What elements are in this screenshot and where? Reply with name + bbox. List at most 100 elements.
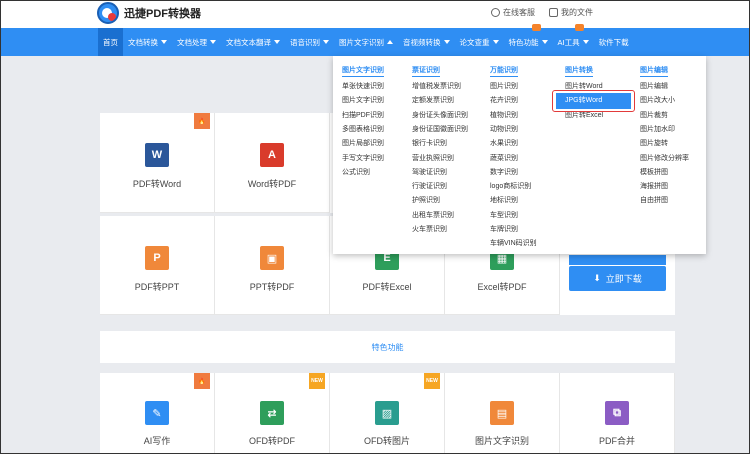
- menu-item[interactable]: 图片编辑: [640, 81, 668, 91]
- customer-service-label: 在线客服: [503, 8, 535, 17]
- chevron-icon: [161, 40, 167, 44]
- nav-item-label: 首页: [103, 37, 118, 47]
- menu-item[interactable]: 图片改大小: [640, 95, 675, 105]
- special-features-title: 特色功能: [371, 342, 404, 352]
- menu-item[interactable]: 地标识别: [490, 195, 518, 205]
- nav-item-2[interactable]: 文档处理: [172, 28, 221, 56]
- chevron-icon: [387, 40, 393, 44]
- tool-card[interactable]: P PDF转PPT: [100, 216, 215, 315]
- headset-icon: [491, 8, 500, 17]
- tool-card-label: PDF转PPT: [134, 282, 180, 292]
- menu-item[interactable]: 图片修改分辨率: [640, 153, 689, 163]
- menu-item[interactable]: 多图表格识别: [342, 124, 384, 134]
- menu-column-title: 图片转换: [565, 65, 593, 77]
- app-title: 迅捷PDF转换器: [124, 8, 201, 20]
- my-files-link[interactable]: 我的文件: [549, 7, 593, 18]
- nav-item-7[interactable]: 论文查重: [455, 28, 504, 56]
- menu-item[interactable]: 动物识别: [490, 124, 518, 134]
- new-badge-icon: NEW: [309, 373, 325, 389]
- menu-column-title: 图片文字识别: [342, 65, 384, 77]
- nav-item-label: 文档处理: [177, 37, 207, 47]
- menu-item[interactable]: 行驶证识别: [412, 181, 447, 191]
- nav-item-8[interactable]: 特色功能: [504, 24, 553, 56]
- tool-card[interactable]: A Word转PDF: [215, 113, 330, 213]
- download-icon: ⬇: [593, 273, 601, 283]
- chevron-icon: [582, 40, 589, 44]
- menu-item[interactable]: 出租车票识别: [412, 210, 454, 220]
- menu-item[interactable]: 车牌识别: [490, 224, 518, 234]
- nav-item-label: 论文查重: [459, 37, 490, 47]
- customer-service-link[interactable]: 在线客服: [491, 7, 535, 18]
- logo[interactable]: 迅捷PDF转换器: [97, 2, 201, 24]
- menu-column-title: 图片编辑: [640, 65, 668, 77]
- nav-item-label: 软件下载: [598, 37, 629, 47]
- hot-badge-icon: [531, 24, 541, 31]
- hot-badge-icon: [574, 24, 584, 31]
- tool-card-label: PDF转Word: [132, 179, 182, 189]
- tool-card-label: Excel转PDF: [477, 282, 527, 292]
- tool-card[interactable]: ▣ PPT转PDF: [215, 216, 330, 315]
- menu-item[interactable]: 车辆VIN码识别: [490, 238, 537, 248]
- nav-item-4[interactable]: 语音识别: [285, 28, 334, 56]
- menu-item[interactable]: JPG转Word: [565, 95, 602, 105]
- nav-item-6[interactable]: 音视频转换: [398, 28, 455, 56]
- tool-card[interactable]: ⧉ PDF合并: [560, 373, 675, 454]
- menu-item[interactable]: 扫描PDF识别: [342, 110, 384, 120]
- menu-item[interactable]: 定额发票识别: [412, 95, 454, 105]
- tool-card[interactable]: ▤ 图片文字识别: [445, 373, 560, 454]
- menu-item[interactable]: 数字识别: [490, 167, 518, 177]
- menu-column-title: 万能识别: [490, 65, 518, 77]
- menu-item[interactable]: 手写文字识别: [342, 153, 384, 163]
- menu-item[interactable]: 模板拼图: [640, 167, 668, 177]
- ofd-pdf-icon: ⇄: [260, 401, 284, 425]
- menu-item[interactable]: 驾驶证识别: [412, 167, 447, 177]
- tool-card[interactable]: ▨ OFD转图片 NEW: [330, 373, 445, 454]
- download-button[interactable]: ⬇ 立即下载: [569, 266, 666, 291]
- nav-item-label: 音视频转换: [403, 37, 441, 47]
- menu-item[interactable]: 自由拼图: [640, 195, 668, 205]
- tool-card[interactable]: W PDF转Word 🔥: [100, 113, 215, 213]
- menu-column-title: 票证识别: [412, 65, 440, 77]
- tool-card[interactable]: ✎ AI写作 🔥: [100, 373, 215, 454]
- tool-card-label: PPT转PDF: [249, 282, 295, 292]
- menu-item[interactable]: 图片文字识别: [342, 95, 384, 105]
- menu-item[interactable]: 花卉识别: [490, 95, 518, 105]
- chevron-icon: [323, 40, 329, 44]
- menu-item[interactable]: 图片加水印: [640, 124, 675, 134]
- menu-item[interactable]: 增值税发票识别: [412, 81, 461, 91]
- menu-item[interactable]: logo商标识别: [490, 181, 531, 191]
- ofd-image-icon: ▨: [375, 401, 399, 425]
- nav-item-10[interactable]: 软件下载: [594, 28, 634, 56]
- menu-item[interactable]: 图片裁剪: [640, 110, 668, 120]
- logo-icon: [97, 2, 119, 24]
- top-bar: 迅捷PDF转换器 在线客服 我的文件: [0, 0, 750, 28]
- menu-item[interactable]: 身份证国徽面识别: [412, 124, 468, 134]
- menu-item[interactable]: 护照识别: [412, 195, 440, 205]
- nav-item-1[interactable]: 文档转换: [123, 28, 172, 56]
- menu-item[interactable]: 银行卡识别: [412, 138, 447, 148]
- menu-item[interactable]: 水果识别: [490, 138, 518, 148]
- menu-item[interactable]: 图片局部识别: [342, 138, 384, 148]
- menu-item[interactable]: 图片识别: [490, 81, 518, 91]
- nav-item-0[interactable]: 首页: [98, 28, 123, 56]
- nav-item-5[interactable]: 图片文字识别: [334, 28, 398, 56]
- nav-item-3[interactable]: 文档文本翻译: [221, 28, 285, 56]
- ppt-icon: P: [145, 246, 169, 270]
- menu-item[interactable]: 海报拼图: [640, 181, 668, 191]
- menu-item[interactable]: 单张快速识别: [342, 81, 384, 91]
- menu-item[interactable]: 营业执照识别: [412, 153, 454, 163]
- nav-item-label: AI工具: [557, 37, 580, 47]
- menu-item[interactable]: 图片旋转: [640, 138, 668, 148]
- menu-item[interactable]: 公式识别: [342, 167, 370, 177]
- tool-card[interactable]: ⇄ OFD转PDF NEW: [215, 373, 330, 454]
- menu-item[interactable]: 身份证头像面识别: [412, 110, 468, 120]
- menu-item[interactable]: 蔬菜识别: [490, 153, 518, 163]
- menu-item[interactable]: 车型识别: [490, 210, 518, 220]
- nav-item-9[interactable]: AI工具: [553, 24, 594, 56]
- menu-item[interactable]: 火车票识别: [412, 224, 447, 234]
- main-nav: 首页 文档转换 文档处理 文档文本翻译 语音识别 图片文字识别 音视频转换 论文查重 特色功能 A…: [0, 24, 750, 56]
- my-files-label: 我的文件: [561, 8, 593, 17]
- menu-item[interactable]: 植物识别: [490, 110, 518, 120]
- chevron-icon: [274, 40, 280, 44]
- tool-card-label: OFD转PDF: [249, 436, 295, 446]
